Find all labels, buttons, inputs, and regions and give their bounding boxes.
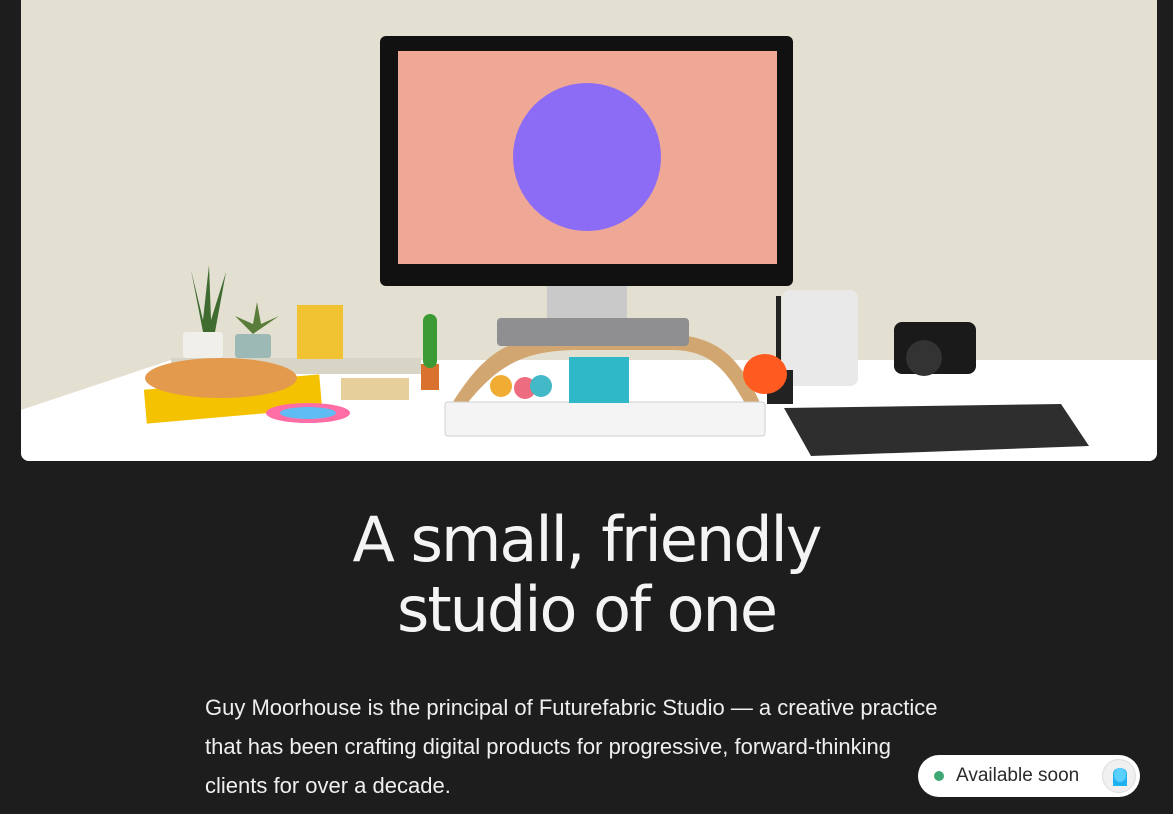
wooden-block bbox=[341, 378, 409, 400]
status-dot-icon bbox=[934, 771, 944, 781]
laptop bbox=[497, 318, 689, 346]
snake-plant bbox=[191, 265, 226, 332]
teal-box bbox=[569, 357, 629, 403]
availability-badge[interactable]: Available soon bbox=[918, 755, 1140, 797]
intro-paragraph: Guy Moorhouse is the principal of Future… bbox=[205, 695, 938, 798]
tape-roll-3 bbox=[530, 375, 552, 397]
avatar bbox=[1102, 759, 1136, 793]
plant-pot bbox=[183, 332, 223, 358]
page-title-line-1: A small, friendly bbox=[352, 503, 823, 576]
monitor-stand bbox=[547, 286, 627, 322]
hero-image bbox=[21, 0, 1157, 461]
monitor-circle bbox=[513, 83, 661, 231]
greeting-card bbox=[297, 305, 343, 359]
pencil-case bbox=[145, 358, 297, 398]
tape-roll-1 bbox=[490, 375, 512, 397]
succulent bbox=[235, 302, 279, 334]
speaker bbox=[782, 290, 858, 386]
desk-illustration bbox=[21, 36, 1157, 461]
page-title-line-2: studio of one bbox=[397, 573, 778, 646]
page-title: A small, friendly studio of one bbox=[0, 505, 1173, 645]
availability-label: Available soon bbox=[956, 765, 1080, 786]
cactus bbox=[423, 314, 437, 368]
keyboard bbox=[444, 401, 766, 437]
camera-lens bbox=[906, 340, 942, 376]
succulent-pot bbox=[235, 334, 271, 358]
orange-toy bbox=[743, 354, 787, 394]
person-icon bbox=[1113, 768, 1127, 786]
